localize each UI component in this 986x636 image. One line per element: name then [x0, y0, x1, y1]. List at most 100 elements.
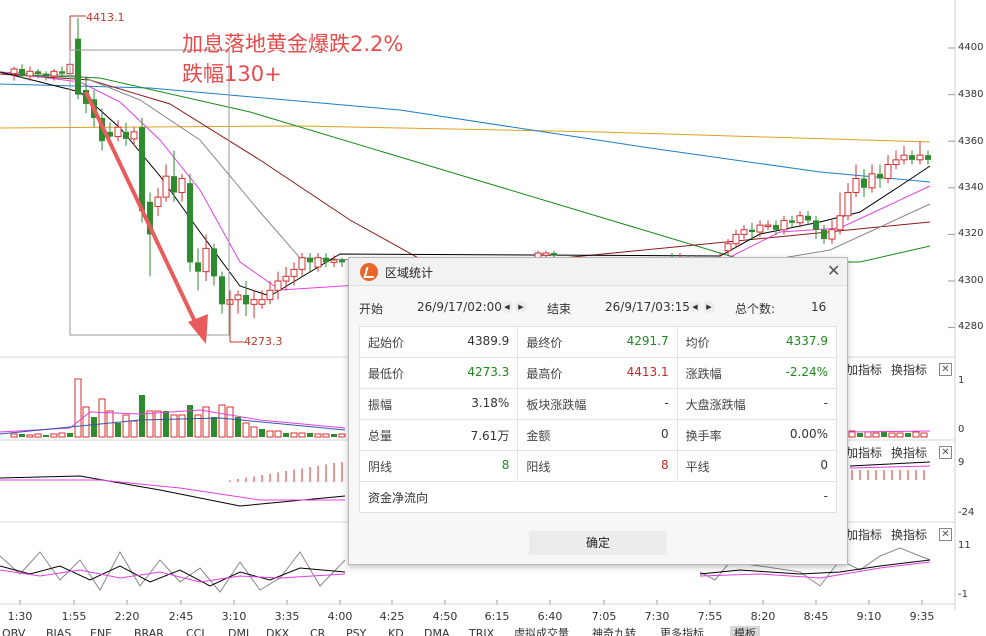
- end-prev-arrow-icon[interactable]: ◀: [689, 301, 701, 313]
- dialog-title-bar[interactable]: 区域统计 ✕: [349, 258, 847, 286]
- annotation-headline: 加息落地黄金爆跌2.2%: [182, 32, 404, 56]
- indicator-tab[interactable]: 模板: [730, 626, 760, 636]
- candle-body: [123, 131, 129, 139]
- volume-bar: [912, 431, 920, 438]
- candle-body: [916, 154, 924, 161]
- volume-bar: [122, 414, 130, 438]
- count-label: 总个数:: [735, 302, 776, 316]
- volume-bar: [905, 433, 911, 437]
- add-indicator-button[interactable]: 加指标: [846, 526, 882, 543]
- candle-body: [114, 126, 122, 138]
- price-axis-label: 4300: [958, 275, 984, 286]
- stat-cell: 最低价 4273.3: [358, 357, 519, 389]
- volume-bar: [91, 417, 97, 437]
- stat-value: 4337.9: [786, 333, 828, 348]
- table-row: 振幅 3.18% 板块涨跌幅 - 大盘涨跌幅 -: [358, 388, 838, 420]
- candle-body: [234, 294, 242, 301]
- close-icon[interactable]: ✕: [827, 262, 840, 280]
- indicator-tab[interactable]: CCI: [186, 626, 205, 636]
- stat-cell: 涨跌幅 -2.24%: [676, 357, 838, 389]
- stat-cell: 振幅 3.18%: [358, 388, 519, 420]
- indicator-tab[interactable]: DKX: [266, 626, 289, 636]
- stat-cell: 换手率 0.00%: [676, 419, 838, 451]
- stat-label: 平线: [685, 459, 710, 474]
- volume-bar: [314, 433, 322, 438]
- time-axis-label: 1:55: [61, 610, 87, 623]
- volume-bar: [139, 395, 145, 437]
- indicator-tab[interactable]: PSY: [346, 626, 366, 636]
- stat-label: 涨跌幅: [685, 366, 722, 381]
- indicator-tab[interactable]: DMA: [424, 626, 450, 636]
- candle-body: [43, 73, 49, 76]
- time-axis-label: 8:45: [803, 610, 829, 623]
- add-indicator-button[interactable]: 加指标: [846, 361, 882, 378]
- candle-body: [796, 215, 804, 224]
- end-next-arrow-icon[interactable]: ▶: [703, 301, 715, 313]
- indicator-tab[interactable]: 更多指标: [660, 626, 704, 636]
- candle-body: [732, 233, 740, 245]
- volume-bar: [274, 430, 282, 438]
- indicator-tab[interactable]: BRAR: [134, 626, 164, 636]
- osc-axis-bottom: -1: [958, 589, 968, 600]
- stat-cell: 阴线 8: [358, 450, 519, 482]
- stat-label: 板块涨跌幅: [526, 397, 587, 412]
- price-axis-label: 4380: [958, 89, 984, 100]
- volume-bar: [298, 432, 306, 438]
- candle-body: [10, 68, 18, 75]
- stat-cell: 平线 0: [676, 450, 838, 482]
- indicator-tab[interactable]: DMI: [228, 626, 249, 636]
- start-prev-arrow-icon[interactable]: ◀: [501, 301, 513, 313]
- volume-bar: [888, 432, 896, 438]
- switch-indicator-button[interactable]: 换指标: [891, 444, 927, 461]
- close-panel-icon[interactable]: ✕: [939, 528, 952, 541]
- candle-body: [884, 164, 892, 179]
- indicator-tab[interactable]: 神奇九转: [592, 626, 636, 636]
- table-row: 起始价 4389.9 最终价 4291.7 均价 4337.9: [358, 326, 838, 358]
- stat-cell: 资金净流向 -: [359, 481, 837, 513]
- end-label: 结束: [547, 302, 572, 316]
- indicator-tab[interactable]: ENE: [90, 626, 112, 636]
- candle-body: [828, 229, 836, 240]
- arrow-head: [188, 314, 208, 344]
- osc-axis-top: 11: [958, 540, 971, 551]
- candle-body: [298, 257, 306, 270]
- time-axis-label: 6:15: [484, 610, 510, 623]
- close-panel-icon[interactable]: ✕: [939, 446, 952, 459]
- indicator-tab[interactable]: 虚拟成交量: [514, 626, 569, 636]
- stat-value: -2.24%: [785, 364, 828, 379]
- price-axis-label: 4400: [958, 42, 984, 53]
- volume-bar: [881, 432, 887, 437]
- volume-bar: [872, 432, 880, 438]
- stat-cell: 起始价 4389.9: [358, 326, 519, 358]
- candle-body: [749, 229, 755, 233]
- volume-bar: [920, 432, 928, 438]
- stat-value: 4273.3: [467, 364, 510, 379]
- stat-value: -: [823, 395, 828, 410]
- switch-indicator-button[interactable]: 换指标: [891, 361, 927, 378]
- candle-body: [542, 252, 550, 256]
- indicator-tab[interactable]: TRIX: [469, 626, 494, 636]
- confirm-button[interactable]: 确定: [529, 531, 667, 555]
- indicator-tab[interactable]: BIAS: [46, 626, 71, 636]
- candle-body: [243, 294, 249, 305]
- candle-body: [50, 70, 58, 77]
- time-axis-label: 7:05: [591, 610, 617, 623]
- candle-body: [339, 260, 345, 263]
- close-panel-icon[interactable]: ✕: [939, 363, 952, 376]
- volume-bar: [10, 433, 18, 438]
- indicator-tab[interactable]: CR: [310, 626, 325, 636]
- stat-label: 振幅: [368, 397, 393, 412]
- volume-bar: [106, 410, 114, 438]
- indicator-tab[interactable]: KD: [388, 626, 404, 636]
- oscillator-line: [0, 550, 346, 593]
- time-axis-label: 3:35: [274, 610, 300, 623]
- macd-line: [849, 461, 931, 467]
- start-next-arrow-icon[interactable]: ▶: [515, 301, 527, 313]
- volume-axis-zero: 0: [958, 424, 965, 435]
- volume-bar: [178, 414, 186, 438]
- stat-label: 起始价: [368, 335, 405, 350]
- candle-body: [162, 175, 170, 198]
- switch-indicator-button[interactable]: 换指标: [891, 526, 927, 543]
- indicator-tab[interactable]: OBV: [2, 626, 25, 636]
- add-indicator-button[interactable]: 加指标: [846, 444, 882, 461]
